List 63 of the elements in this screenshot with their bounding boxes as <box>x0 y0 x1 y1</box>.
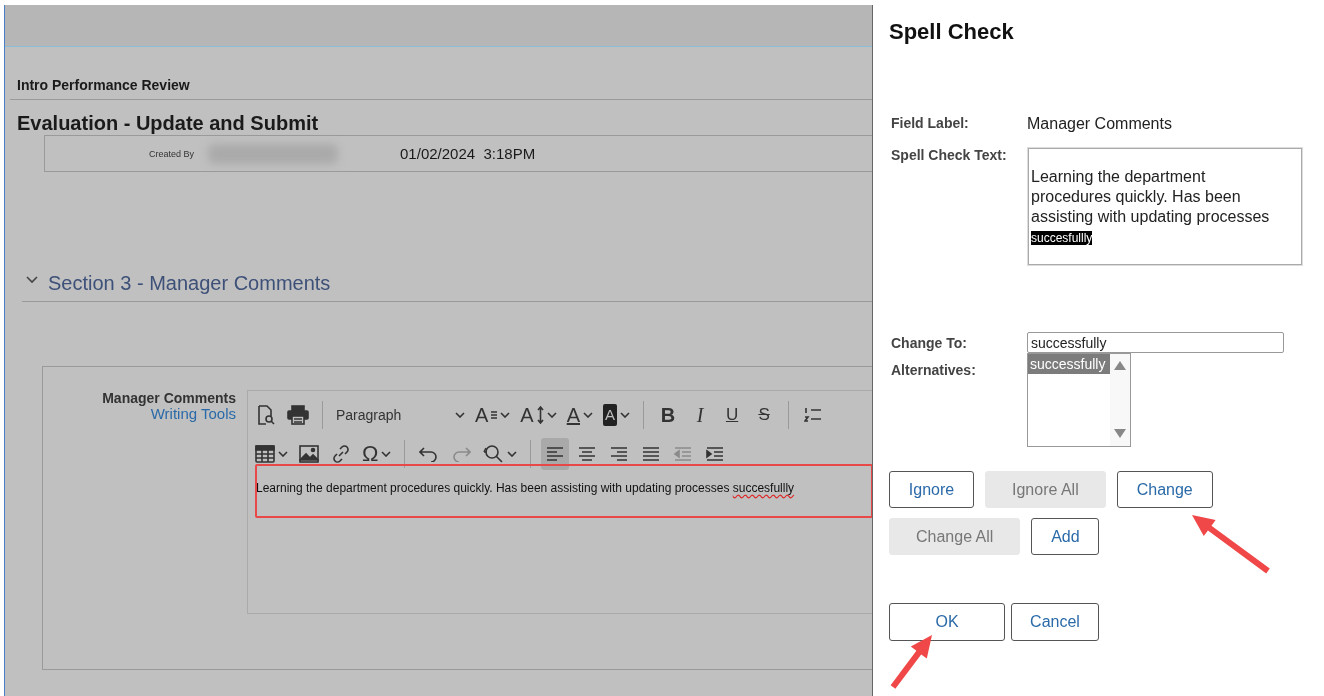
link-icon <box>331 443 351 464</box>
vertical-arrow-icon <box>536 405 544 424</box>
find-replace-icon <box>482 442 505 465</box>
scroll-down-icon[interactable] <box>1114 429 1126 438</box>
strikethrough-button[interactable]: S <box>750 398 779 431</box>
italic-button[interactable]: I <box>686 398 715 431</box>
created-date: 01/02/2024 3:18PM <box>400 145 536 162</box>
lines-icon <box>491 410 498 419</box>
bold-button[interactable]: B <box>654 398 683 431</box>
caret-icon <box>507 450 518 457</box>
change-to-field[interactable]: successfully <box>1027 332 1284 353</box>
align-right-icon <box>610 445 629 462</box>
annotation-arrow <box>890 635 932 689</box>
font-size-button[interactable]: A <box>517 398 560 431</box>
dialog-button[interactable]: Cancel <box>1011 603 1099 641</box>
image-icon <box>299 444 319 463</box>
comment-text: Learning the department procedures quickly. Has been assisting with updating processes succesfullly <box>256 480 796 495</box>
field-label: Field Label: <box>890 115 970 131</box>
field-value: Manager Comments <box>1027 115 1172 133</box>
field-label: Alternatives: <box>890 362 977 378</box>
caret-icon <box>455 411 465 418</box>
numbered-list-icon <box>804 405 823 424</box>
field-label: Manager Comments <box>101 390 236 406</box>
redo-icon <box>451 445 472 462</box>
scrollbar[interactable] <box>1110 354 1130 446</box>
caret-icon <box>381 450 392 457</box>
dialog-button[interactable]: Add <box>1031 518 1100 555</box>
section-title[interactable]: Section 3 - Manager Comments <box>48 272 331 295</box>
page-breadcrumb: Intro Performance Review <box>17 77 191 93</box>
justify-icon <box>642 445 661 462</box>
page-title: Evaluation - Update and Submit <box>16 112 320 135</box>
align-center-icon <box>578 445 597 462</box>
preview-icon <box>257 404 275 425</box>
align-left-button[interactable] <box>541 437 570 470</box>
underline-button[interactable]: U <box>718 398 747 431</box>
special-character-button[interactable]: Ω <box>359 437 395 470</box>
highlight-color-button[interactable]: A <box>600 398 634 431</box>
undo-icon <box>419 445 440 462</box>
outdent-icon <box>674 445 693 462</box>
alternatives-list[interactable]: successfully <box>1027 353 1131 447</box>
spell-check-text: Learning the department procedures quickly. Has been assisting with updating processes succesfullly <box>1031 167 1271 247</box>
scroll-up-icon[interactable] <box>1114 361 1126 370</box>
dialog-button[interactable]: OK <box>889 603 1005 641</box>
list-option[interactable]: successfully <box>1028 354 1110 374</box>
caret-icon <box>500 411 511 418</box>
field-label: Spell Check Text: <box>890 147 1008 163</box>
dialog-button[interactable]: Ignore <box>889 471 974 508</box>
align-left-icon <box>546 445 565 462</box>
format-button[interactable]: Paragraph <box>333 398 468 431</box>
field-label: Change To: <box>890 334 968 351</box>
dialog-title: Spell Check <box>889 19 1015 45</box>
indent-icon <box>706 445 725 462</box>
print-icon <box>287 404 309 425</box>
table-icon <box>255 444 275 463</box>
text-color-button[interactable]: A <box>563 398 597 431</box>
chevron-icon[interactable] <box>26 275 38 284</box>
created-by-label: Created By <box>149 148 195 159</box>
font-family-button[interactable]: A <box>472 398 514 431</box>
caret-icon <box>583 411 594 418</box>
caret-icon <box>546 411 557 418</box>
caret-icon <box>278 450 288 457</box>
dialog-button[interactable]: Change <box>1116 471 1213 508</box>
caret-icon <box>620 411 631 418</box>
